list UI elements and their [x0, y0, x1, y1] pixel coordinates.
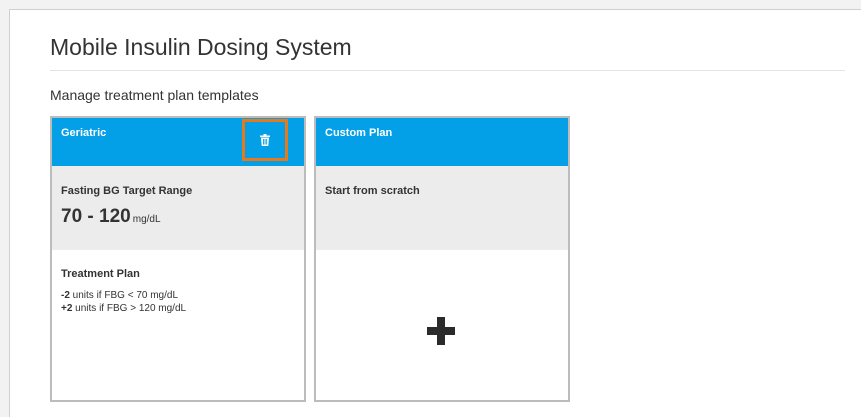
template-card-geriatric[interactable]: Geriatric Fasting BG Target Range 70 - 1… [50, 116, 306, 402]
target-range-value: 70 - 120 [61, 206, 131, 227]
add-plan-button[interactable] [416, 308, 466, 358]
treatment-plan-label: Treatment Plan [61, 268, 140, 280]
card-header: Geriatric [52, 118, 304, 166]
plan-rule-text: units if FBG < 70 mg/dL [69, 290, 179, 301]
plan-rule-amount: +2 [61, 303, 73, 314]
trash-icon [260, 134, 270, 146]
custom-description-section: Start from scratch [316, 166, 568, 250]
page-subtitle: Manage treatment plan templates [50, 87, 259, 103]
plan-rule: +2 units if FBG > 120 mg/dL [61, 303, 186, 314]
card-header: Custom Plan [316, 118, 568, 166]
page-title: Mobile Insulin Dosing System [50, 34, 352, 60]
target-range-section: Fasting BG Target Range 70 - 120 mg/dL [52, 166, 304, 250]
plan-rule: -2 units if FBG < 70 mg/dL [61, 290, 178, 301]
plan-rule-text: units if FBG > 120 mg/dL [72, 303, 187, 314]
plan-rule-amount: -2 [61, 290, 70, 301]
plus-icon [427, 316, 455, 350]
delete-template-button[interactable] [242, 119, 288, 161]
title-divider [50, 70, 845, 71]
start-from-scratch-label: Start from scratch [325, 185, 420, 197]
card-title: Custom Plan [325, 127, 393, 139]
target-range-unit: mg/dL [132, 214, 161, 225]
target-range-label: Fasting BG Target Range [61, 185, 193, 197]
card-title: Geriatric [61, 127, 107, 139]
target-range-row: 70 - 120 mg/dL [61, 206, 161, 228]
template-card-custom[interactable]: Custom Plan Start from scratch [314, 116, 570, 402]
